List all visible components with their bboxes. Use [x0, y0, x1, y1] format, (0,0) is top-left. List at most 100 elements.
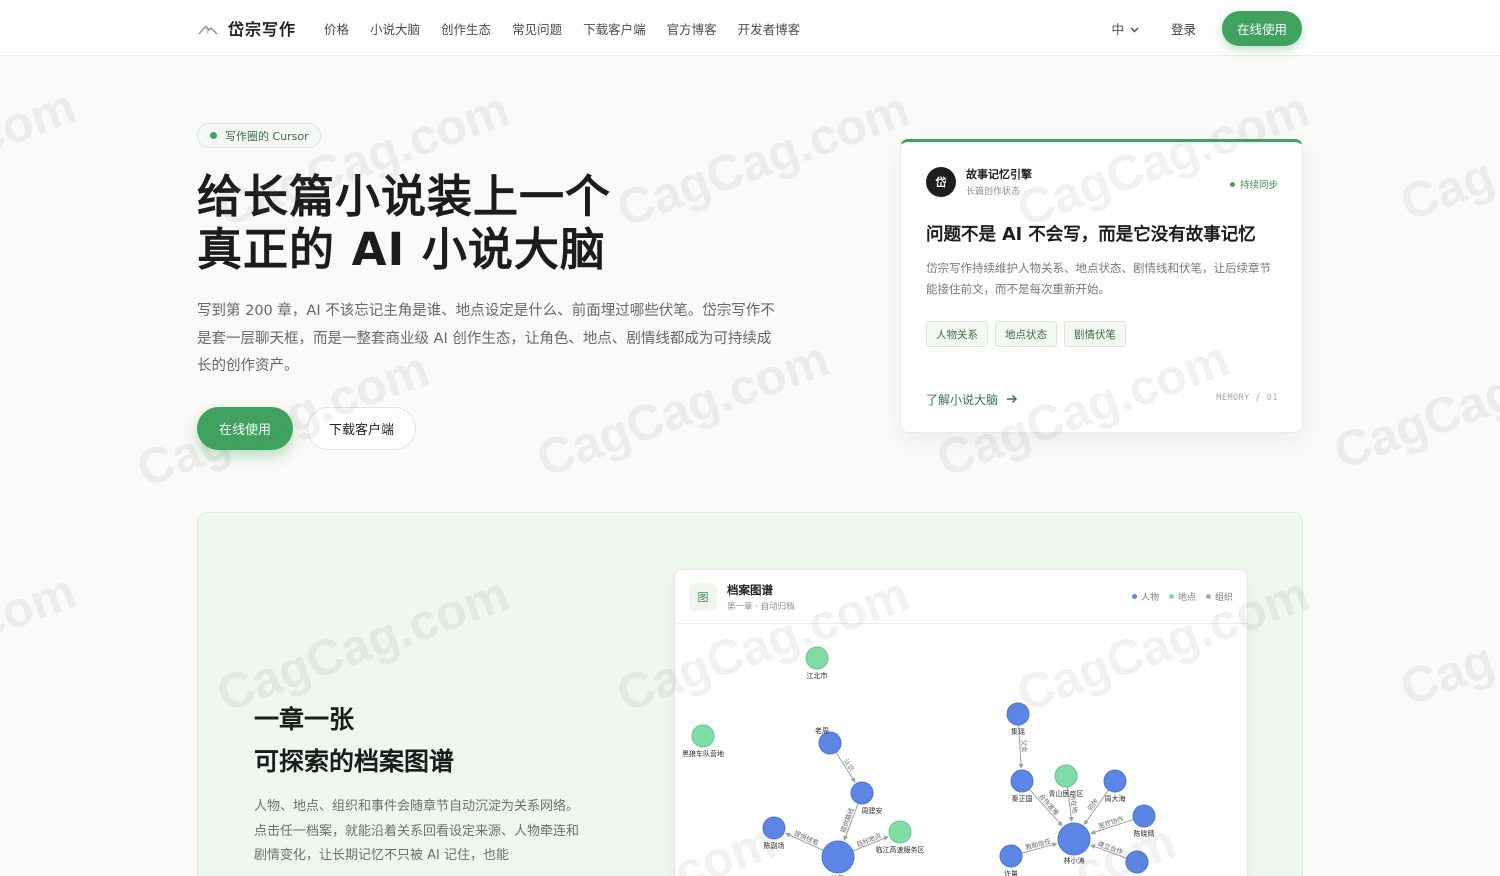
brand-name: 岱宗写作	[228, 20, 297, 39]
graph-node-label: 林小涛	[1064, 856, 1085, 865]
graph-edge-label: 父女	[1020, 739, 1030, 753]
graph-node-heilang[interactable]	[691, 724, 715, 748]
memory-card-name: 故事记忆引擎	[966, 168, 1032, 181]
chevron-down-icon	[1130, 21, 1139, 36]
graph-subtitle: 第一章 · 自动归档	[727, 602, 795, 612]
menu-item-ecosystem[interactable]: 创作生态	[441, 19, 491, 38]
graph-node-zhaotieshan[interactable]	[1125, 850, 1149, 874]
graph-node-chenxiaojing[interactable]	[1132, 804, 1156, 828]
graph-edge-label: 提供线索	[793, 828, 821, 847]
memory-card-title: 问题不是 AI 不会写，而是它没有故事记忆	[926, 225, 1256, 245]
menu-item-pricing[interactable]: 价格	[324, 19, 349, 38]
graph-node-zhoudahai[interactable]	[1103, 769, 1127, 793]
graph-node-shenqin[interactable]	[821, 840, 855, 874]
graph-node-zhoujianan[interactable]	[850, 781, 874, 805]
graph-node-label: 周大海	[1105, 794, 1126, 803]
graph-edge-label: 建立合作	[1097, 839, 1125, 857]
graph-node-qingshan[interactable]	[1054, 764, 1078, 788]
feature-title-line2: 可探索的档案图谱	[254, 747, 455, 776]
mountain-logo-icon	[198, 21, 218, 35]
graph-node-linjiang[interactable]	[888, 820, 912, 844]
menu-item-official-blog[interactable]: 官方博客	[667, 19, 717, 38]
memory-card-subtitle: 长篇创作状态	[966, 187, 1021, 197]
graph-node-label: 周建安	[862, 806, 883, 815]
legend-organization-label: 组织	[1214, 593, 1233, 603]
memory-card-logo: 岱	[926, 166, 956, 197]
graph-edge-label: 同伴	[1085, 796, 1100, 812]
graph-node-label: 集瑶	[1011, 727, 1025, 736]
graph-edge-label: 医疗协作	[1097, 814, 1125, 831]
graph-node-label: 陈晓晴	[1134, 829, 1155, 838]
badge-text: 写作圈的 Cursor	[225, 129, 309, 143]
sync-status-badge: 持续同步	[1229, 177, 1278, 191]
graph-edge-label: 认识	[842, 757, 857, 773]
nav-inner: 岱宗写作 价格 小说大脑 创作生态 常见问题 下载客户端 官方博客 开发者博客 …	[198, 0, 1302, 56]
memory-engine-card: 岱 故事记忆引擎 长篇创作状态 持续同步 问题不是 AI 不会写，而是它没有故事…	[900, 139, 1303, 433]
graph-node-label: 青山医疗区	[1049, 789, 1084, 798]
hero-badge: 写作圈的 Cursor	[197, 123, 321, 148]
memory-card-header: 岱 故事记忆引擎 长篇创作状态	[926, 166, 1032, 197]
online-use-button[interactable]: 在线使用	[197, 407, 294, 450]
memory-card-description: 岱宗写作持续维护人物关系、地点状态、剧情线和伏笔，让后续章节能接住前文，而不是每…	[926, 261, 1271, 296]
graph-node-xuliang[interactable]	[999, 844, 1023, 868]
login-link[interactable]: 登录	[1171, 19, 1196, 38]
top-nav: 岱宗写作 价格 小说大脑 创作生态 常见问题 下载客户端 官方博客 开发者博客 …	[0, 0, 1500, 56]
nav-online-use-button[interactable]: 在线使用	[1221, 10, 1302, 46]
graph-edge-label: 救助信任	[1024, 836, 1052, 852]
hero-cta-row: 在线使用 下载客户端	[197, 407, 417, 450]
graph-node-label: 临江高速服务区	[876, 845, 925, 854]
graph-node-label: 许量	[1004, 869, 1018, 876]
graph-legend: 人物 地点 组织	[1131, 590, 1233, 603]
graph-node-jixi[interactable]	[1006, 702, 1030, 726]
graph-node-label: 陈副场	[764, 841, 785, 850]
menu-item-download[interactable]: 下载客户端	[583, 19, 646, 38]
memory-card-tags: 人物关系 地点状态 剧情伏笔	[926, 321, 1126, 347]
language-label: 中	[1111, 21, 1124, 37]
graph-node-qinzhengguo[interactable]	[1010, 769, 1034, 793]
language-selector[interactable]: 中	[1111, 19, 1139, 38]
graph-node-label: 江北市	[807, 671, 828, 680]
hero-title-line1: 给长篇小说装上一个	[197, 170, 612, 223]
brand[interactable]: 岱宗写作	[198, 16, 296, 40]
sync-dot-icon	[1229, 181, 1235, 187]
legend-organization[interactable]: 组织	[1205, 590, 1233, 603]
hero-title-line2: 真正的 AI 小说大脑	[197, 223, 606, 276]
menu-item-novel-brain[interactable]: 小说大脑	[370, 19, 420, 38]
tag-location-status: 地点状态	[995, 321, 1057, 347]
badge-dot-icon	[210, 132, 217, 139]
graph-edge-label: 提供路线	[838, 806, 856, 834]
hero-title: 给长篇小说装上一个 真正的 AI 小说大脑	[197, 170, 611, 276]
graph-card-header: 图 档案图谱 第一章 · 自动归档 人物 地点 组织	[675, 570, 1247, 624]
legend-person-label: 人物	[1140, 593, 1159, 603]
graph-node-label: 黑狼车队营地	[682, 749, 724, 758]
tag-plot-foreshadowing: 剧情伏笔	[1064, 321, 1126, 347]
arrow-right-icon	[1006, 393, 1018, 407]
feature-title-line1: 一章一张	[254, 705, 355, 734]
feature-title: 一章一张 可探索的档案图谱	[254, 699, 454, 783]
feature-description: 人物、地点、组织和事件会随章节自动沉淀为关系网络。点击任一档案，就能沿着关系回看…	[254, 799, 580, 863]
legend-organization-dot	[1205, 594, 1211, 599]
legend-person[interactable]: 人物	[1131, 590, 1159, 603]
tag-character-relations: 人物关系	[926, 321, 988, 347]
relationship-graph[interactable]: 认识提供路线目标地点提供线索父女所在地合作渡难 同伴医疗协作救助信任 建立合作江北市…	[675, 624, 1248, 876]
graph-node-label: 老周	[815, 726, 829, 735]
legend-place[interactable]: 地点	[1168, 590, 1196, 603]
legend-place-dot	[1168, 594, 1174, 599]
legend-place-label: 地点	[1177, 593, 1196, 603]
graph-node-linxiaotao[interactable]	[1057, 822, 1091, 856]
main-menu: 价格 小说大脑 创作生态 常见问题 下载客户端 官方博客 开发者博客	[324, 19, 800, 38]
download-client-button[interactable]: 下载客户端	[307, 407, 417, 450]
archive-graph-card: 图 档案图谱 第一章 · 自动归档 人物 地点 组织 认识 提供路线 目标地点 提供线…	[674, 569, 1248, 876]
archive-graph-section: 一章一张 可探索的档案图谱 人物、地点、组织和事件会随章节自动沉淀为关系网络。点…	[197, 512, 1303, 876]
learn-novel-brain-link[interactable]: 了解小说大脑	[926, 391, 1018, 408]
graph-node-laozhou[interactable]	[818, 731, 842, 755]
hero-description: 写到第 200 章，AI 不该忘记主角是谁、地点设定是什么、前面埋过哪些伏笔。岱…	[197, 303, 775, 374]
memory-card-meta: MEMORY / 01	[1216, 393, 1278, 403]
graph-node-jiangbei[interactable]	[805, 646, 829, 670]
menu-item-faq[interactable]: 常见问题	[512, 19, 562, 38]
graph-title: 档案图谱	[727, 583, 773, 597]
legend-person-dot	[1131, 594, 1137, 599]
nav-right: 中 登录 在线使用	[1111, 10, 1302, 46]
menu-item-dev-blog[interactable]: 开发者博客	[738, 19, 801, 38]
graph-node-chenfuchang[interactable]	[762, 816, 786, 840]
